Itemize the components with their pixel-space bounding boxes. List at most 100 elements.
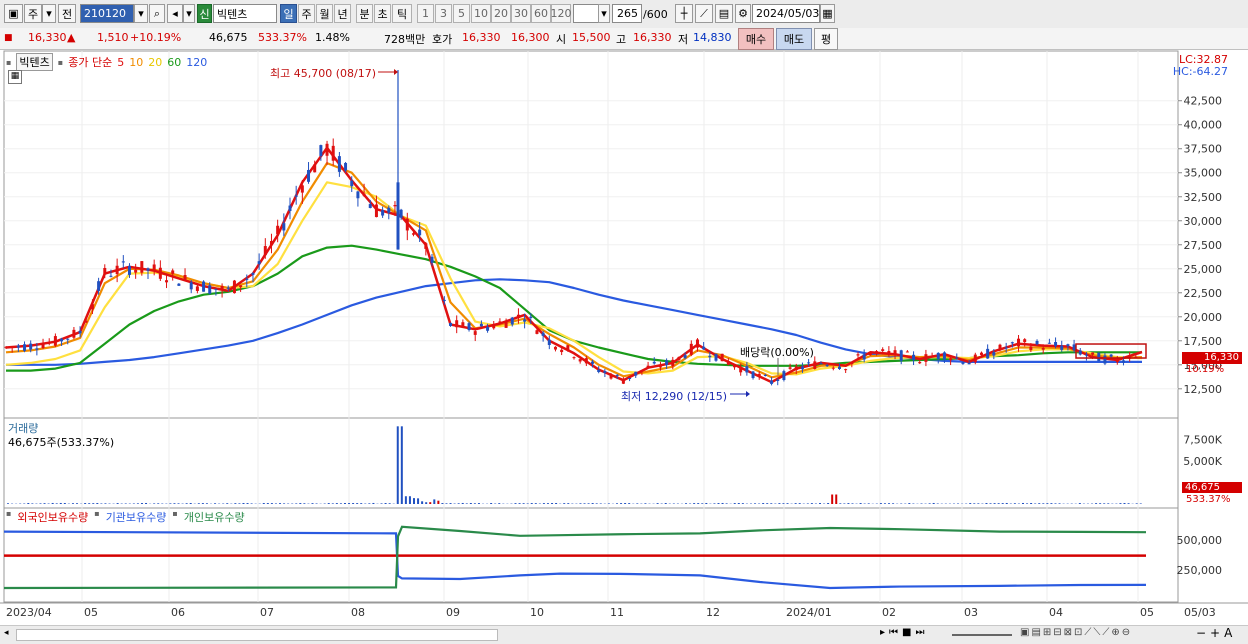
candle-body [97,281,100,291]
volume-panel-frame [4,418,1178,508]
search-icon[interactable]: ⌕ [149,4,165,23]
legend-ma10[interactable]: 10 [129,56,143,69]
scroll-left-icon[interactable]: ◂ [4,628,14,640]
interval-10[interactable]: 10 [471,4,491,23]
chevron-down-icon[interactable]: ▾ [598,4,610,23]
volume-bar [417,498,419,504]
tool-icons[interactable]: ▣▤⊞⊟⊠⊡⟋⟍⟋⊕⊖ [1020,627,1132,638]
candle-body [11,347,14,348]
period-year[interactable]: 년 [334,4,351,23]
volume-bar [835,495,837,504]
volume-bar [1002,503,1004,504]
candle-body [610,375,613,379]
candle-body [443,300,446,301]
y-tick-label: 40,000 [1184,119,1223,132]
chart-area[interactable]: 2023/0405060708091011122024/010203040505… [0,50,1248,625]
candle-body [881,349,884,351]
candle-body [677,357,680,360]
legend-ma120[interactable]: 120 [186,56,207,69]
period-week[interactable]: 주 [298,4,315,23]
date-input[interactable]: 2024/05/03 [752,4,820,23]
stock-name-field[interactable]: 빅텐츠 [213,4,277,23]
legend-individual[interactable]: 개인보유수량 [184,509,245,525]
period-minute[interactable]: 분 [356,4,373,23]
volume-bar [381,503,383,504]
period-tick[interactable]: 틱 [392,4,412,23]
candle-body [72,330,75,338]
scroll-track[interactable] [16,629,498,641]
interval-20[interactable]: 20 [491,4,511,23]
candle-body [449,323,452,326]
volume-bar [1042,503,1044,504]
chevron-down-icon[interactable]: ▾ [42,4,56,23]
volume-bar [76,503,78,504]
bid-price-1: 16,330 [462,31,501,44]
count-input[interactable]: 265 [612,4,642,23]
legend-institution[interactable]: 기관보유수량 [106,509,167,525]
mode-a-button[interactable]: 주 [24,4,42,23]
volume-bar [977,503,979,504]
volume-bar [847,503,849,504]
chevron-down-icon[interactable]: ▾ [183,4,195,23]
save-icon[interactable]: ▤ [715,4,733,23]
volume-bar [921,503,923,504]
avg-button[interactable]: 평 [814,28,838,50]
interval-60[interactable]: 60 [531,4,551,23]
period-day[interactable]: 일 [280,4,297,23]
volume-bar [474,503,476,504]
legend-stock-name[interactable]: 빅텐츠 [16,53,52,71]
gear-icon[interactable]: ⚙ [735,4,751,23]
volume-bar [1054,503,1056,504]
candle-body [529,317,532,318]
interval-30[interactable]: 30 [511,4,531,23]
period-second[interactable]: 초 [374,4,391,23]
zoom-slider[interactable] [952,634,1012,636]
holding-y-label: 500,000 [1177,534,1223,547]
calendar-icon[interactable]: ▦ [820,4,835,23]
legend-ma60[interactable]: 60 [167,56,181,69]
market-badge: 신 [197,4,212,23]
interval-custom-input[interactable] [573,4,599,23]
collapse-icon[interactable]: ■ [4,33,13,43]
legend-ma5[interactable]: 5 [117,56,124,69]
buy-button[interactable]: 매수 [738,28,774,50]
grid-table-icon[interactable]: ▦ [8,70,22,84]
interval-5[interactable]: 5 [453,4,470,23]
candle-body [968,363,971,364]
candle-body [406,219,409,231]
sell-button[interactable]: 매도 [776,28,812,50]
high-price: 16,330 [633,31,672,44]
candle-body [282,223,285,230]
candle-body [221,286,224,290]
window-icon[interactable]: ▣ [4,4,23,23]
legend-ma20[interactable]: 20 [148,56,162,69]
mode-b-button[interactable]: 전 [58,4,76,23]
legend-foreign[interactable]: 외국인보유수량 [17,509,88,525]
interval-3[interactable]: 3 [435,4,452,23]
interval-120[interactable]: 120 [551,4,571,23]
playback-controls[interactable]: ▸⏮■⏭ [880,627,928,638]
candle-icon[interactable]: ┼ [675,4,693,23]
stock-code-input[interactable]: 210120 [80,4,134,23]
candle-body [579,359,582,361]
zoom-controls[interactable]: −+A [1196,626,1236,640]
period-month[interactable]: 월 [316,4,333,23]
line-tool-icon[interactable]: ⟋ [695,4,713,23]
candle-body [387,208,390,213]
volume-bar [72,503,74,504]
volume-bar [466,503,468,504]
x-tick-label: 05 [84,606,98,619]
volume-bar [470,503,472,504]
volume-bar [271,503,273,504]
chart-svg[interactable]: 2023/0405060708091011122024/010203040505… [0,50,1248,625]
x-tick-label: 2024/01 [786,606,832,619]
interval-1[interactable]: 1 [417,4,434,23]
legend-ma-label[interactable]: 종가 단순 [68,54,112,70]
volume-bar [766,503,768,504]
ma-line-ma60 [6,246,1142,371]
y-tick-label: 20,000 [1184,311,1223,324]
candle-body [276,226,279,235]
volume-bar [588,503,590,504]
speaker-icon[interactable]: ◂ [167,4,183,23]
chevron-down-icon[interactable]: ▾ [134,4,148,23]
